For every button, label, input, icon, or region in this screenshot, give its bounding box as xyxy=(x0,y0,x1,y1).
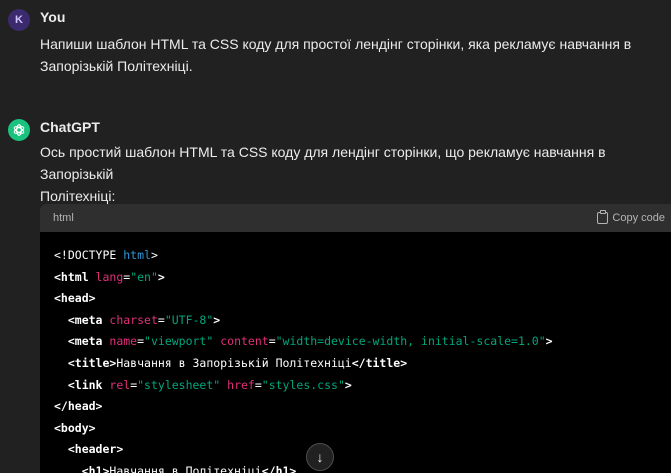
clipboard-icon xyxy=(597,210,609,224)
code-token: = xyxy=(137,334,145,349)
code-token: > xyxy=(545,334,553,349)
code-token: Навчання в Запорізькій Політехніці xyxy=(116,355,352,370)
arrow-down-icon: ↓ xyxy=(316,449,324,465)
code-line: <header> xyxy=(54,439,671,461)
copy-code-button[interactable]: Copy code xyxy=(597,210,665,224)
code-token: <h1> xyxy=(81,463,110,473)
code-token: <!DOCTYPE xyxy=(54,248,124,262)
code-token: name xyxy=(102,334,138,349)
code-token: <body> xyxy=(54,420,96,435)
code-line: </head> xyxy=(54,396,671,418)
code-token: </head> xyxy=(54,399,103,414)
code-token: Навчання в Політехніці xyxy=(109,463,262,473)
code-token: rel xyxy=(102,377,131,392)
code-token: > xyxy=(157,269,165,284)
scroll-down-button[interactable]: ↓ xyxy=(306,443,334,471)
code-line: <body> xyxy=(54,418,671,440)
code-line: <head> xyxy=(54,288,671,310)
code-line: <meta name="viewport" content="width=dev… xyxy=(54,331,671,353)
code-block-header: html Copy code xyxy=(40,204,671,232)
code-token: "stylesheet" xyxy=(137,377,221,392)
code-token: "UTF-8" xyxy=(164,312,214,327)
code-token: <meta xyxy=(67,334,103,349)
user-message: Напиши шаблон HTML та CSS коду для прост… xyxy=(40,36,632,74)
code-line: <link rel="stylesheet" href="styles.css"… xyxy=(54,375,671,397)
assistant-name: ChatGPT xyxy=(40,119,100,135)
code-token: </h1> xyxy=(261,463,297,473)
code-token: </title> xyxy=(351,355,408,370)
code-token: <head> xyxy=(54,291,96,306)
user-avatar: K xyxy=(8,9,30,31)
code-token: <header> xyxy=(67,442,124,457)
code-block: html Copy code <!DOCTYPE html> <html lang… xyxy=(40,204,671,473)
code-token: > xyxy=(150,248,158,262)
code-token: > xyxy=(213,312,221,327)
openai-logo-icon xyxy=(13,124,25,136)
user-name: You xyxy=(40,9,66,25)
code-token: "en" xyxy=(130,269,158,284)
code-token: > xyxy=(344,377,352,392)
code-token: "viewport" xyxy=(144,334,214,349)
code-token: "width=device-width, initial-scale=1.0" xyxy=(275,334,546,349)
assistant-message: Ось простий шаблон HTML та CSS коду для … xyxy=(40,144,606,204)
code-token: content xyxy=(213,334,269,349)
code-token: <html xyxy=(54,269,89,284)
code-token: = xyxy=(254,377,262,392)
chatgpt-avatar xyxy=(8,119,30,141)
code-token: = xyxy=(157,312,165,327)
code-token: = xyxy=(268,334,276,349)
copy-code-label: Copy code xyxy=(612,212,665,224)
code-token: <link xyxy=(67,377,103,392)
code-token: charset xyxy=(102,312,158,327)
code-language-label: html xyxy=(53,212,74,224)
code-line: <h1>Навчання в Політехніці</h1> xyxy=(54,461,671,473)
code-token: <title> xyxy=(67,355,117,370)
code-line: <meta charset="UTF-8"> xyxy=(54,310,671,332)
code-token: "styles.css" xyxy=(261,377,345,392)
code-line: <title>Навчання в Запорізькій Політехніц… xyxy=(54,353,671,375)
code-line: <html lang="en"> xyxy=(54,267,671,289)
code-token: <meta xyxy=(67,312,103,327)
code-line: <!DOCTYPE html> xyxy=(54,245,671,267)
code-token: href xyxy=(220,377,255,392)
code-content[interactable]: <!DOCTYPE html> <html lang="en"> <head> <m… xyxy=(40,232,671,473)
code-token: lang xyxy=(88,269,124,284)
code-token: html xyxy=(123,248,151,262)
